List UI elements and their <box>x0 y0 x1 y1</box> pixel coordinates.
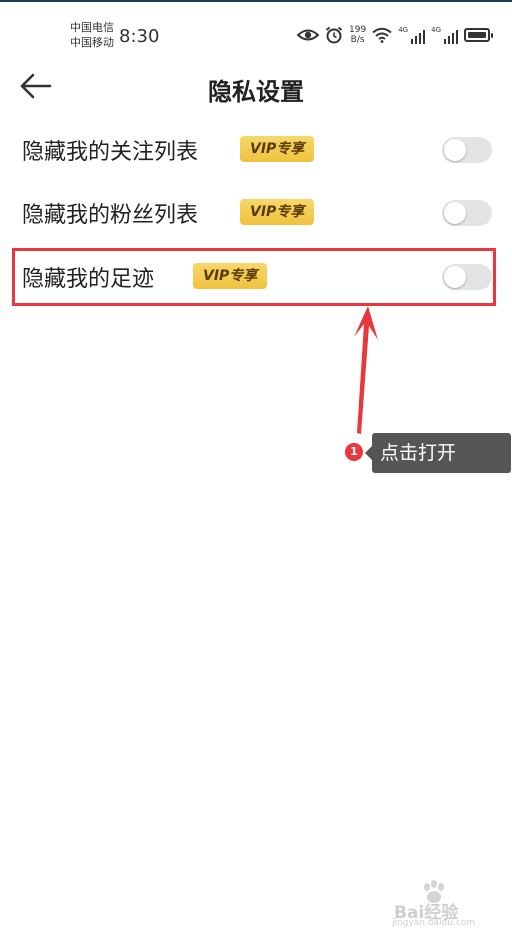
page-title: 隐私设置 <box>208 78 304 106</box>
setting-row-hide-fans: 隐藏我的粉丝列表 VIP专享 <box>0 181 512 245</box>
carrier-names: 中国电信 中国移动 <box>70 20 114 50</box>
setting-label: 隐藏我的粉丝列表 <box>22 203 199 228</box>
highlight-box <box>12 248 496 306</box>
vip-badge: VIP专享 <box>240 199 315 225</box>
status-icons: 199 B/s 4G 4G <box>297 22 493 48</box>
network-speed-unit: B/s <box>350 35 365 45</box>
carrier-2: 中国移动 <box>70 36 114 49</box>
hide-following-toggle[interactable] <box>442 137 492 163</box>
toggle-knob <box>444 139 466 161</box>
status-time: 8:30 <box>119 26 160 47</box>
vip-badge: VIP专享 <box>240 136 315 162</box>
signal-type-label-1: 4G <box>398 26 409 34</box>
status-bar: 中国电信 中国移动 8:30 199 B/s 4G 4G <box>0 2 512 62</box>
signal-icon-sim1: 4G <box>398 26 426 44</box>
wifi-icon <box>372 27 392 43</box>
battery-charging-icon <box>464 28 493 42</box>
network-speed: 199 B/s <box>349 25 366 45</box>
annotation-arrow-icon <box>354 306 378 434</box>
setting-row-hide-following: 隐藏我的关注列表 VIP专享 <box>0 118 512 182</box>
baidu-watermark: Bai经验 jingyan.baidu.com <box>392 880 502 928</box>
signal-icon-sim2: 4G <box>431 26 458 44</box>
network-speed-value: 199 <box>349 25 367 35</box>
signal-type-label-2: 4G <box>431 26 441 34</box>
carrier-1: 中国电信 <box>70 21 114 34</box>
alarm-icon <box>325 26 343 44</box>
page-header: 隐私设置 <box>0 62 512 112</box>
step-number-badge: 1 <box>345 443 363 461</box>
hide-fans-toggle[interactable] <box>442 200 492 226</box>
annotation-tooltip: 点击打开 <box>365 433 511 473</box>
setting-label: 隐藏我的关注列表 <box>22 140 199 165</box>
toggle-knob <box>444 202 466 224</box>
watermark-url: jingyan.baidu.com <box>392 918 476 928</box>
eye-icon <box>297 29 320 41</box>
